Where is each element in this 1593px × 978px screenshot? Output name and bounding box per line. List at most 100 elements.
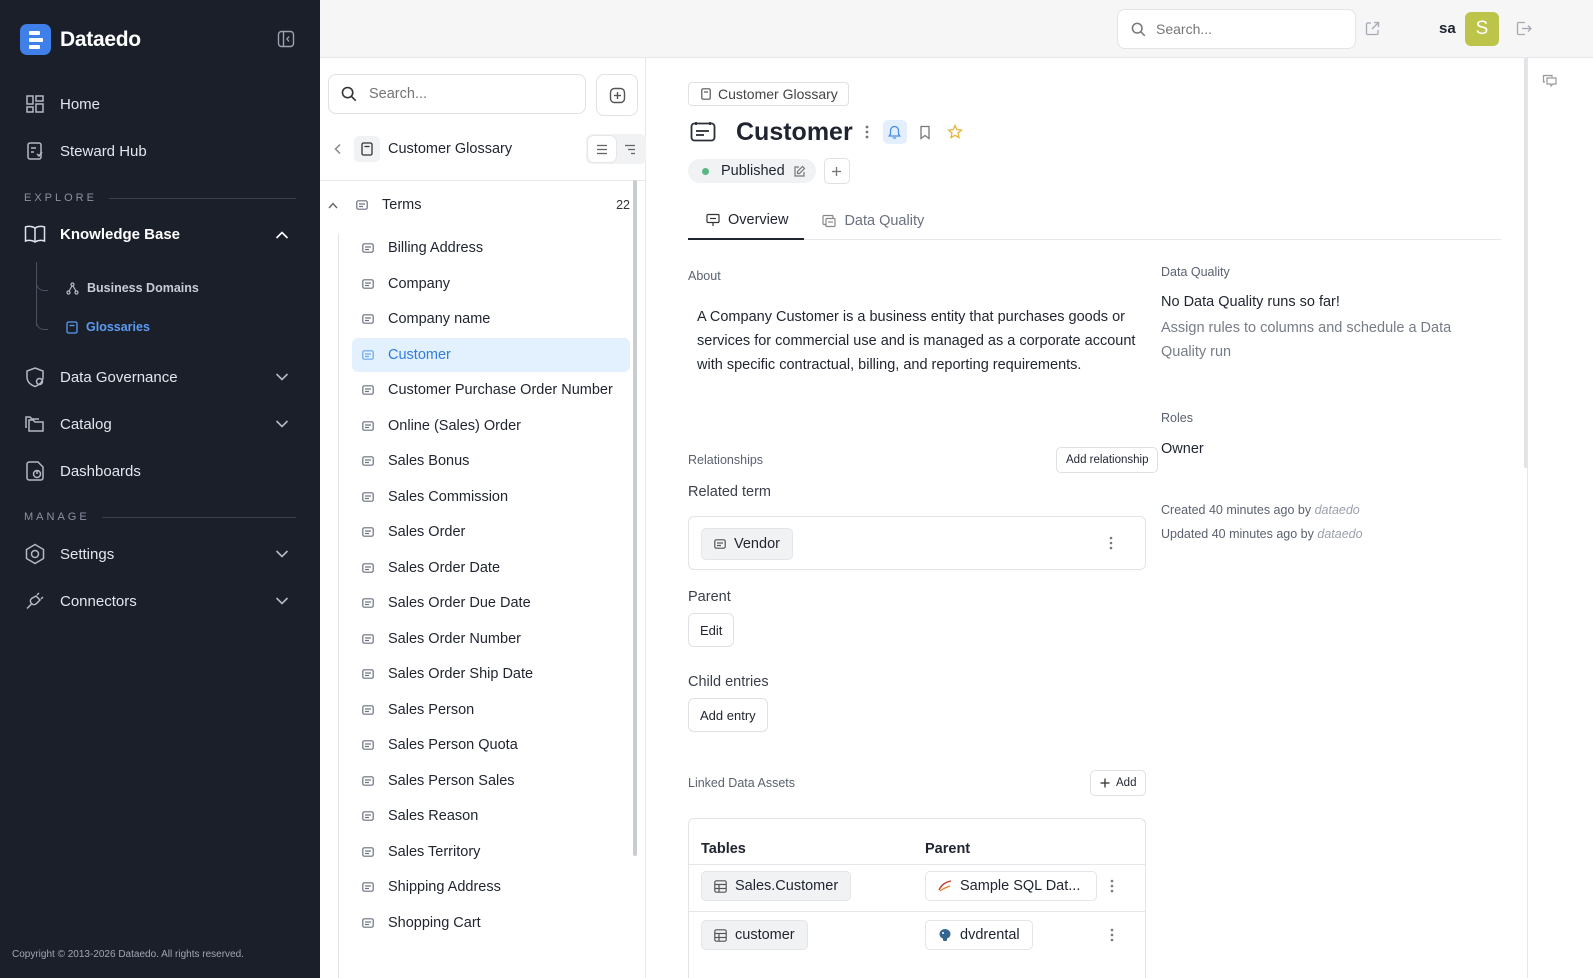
sidebar-item-steward-hub[interactable]: Steward Hub — [24, 140, 147, 162]
owner-role[interactable]: Owner — [1161, 441, 1204, 457]
tree-view-icon[interactable] — [616, 136, 644, 162]
tree-term-item[interactable]: Sales Order Ship Date — [352, 657, 630, 691]
tree-term-label: Sales Order Due Date — [388, 595, 531, 611]
tree-term-item[interactable]: Billing Address — [352, 231, 630, 265]
bell-icon[interactable] — [882, 120, 907, 144]
avatar[interactable]: S — [1465, 12, 1499, 46]
sidebar-item-label: Settings — [60, 545, 115, 563]
global-search-input[interactable] — [1156, 21, 1336, 37]
edit-parent-button[interactable]: Edit — [688, 613, 735, 647]
tab-data-quality[interactable]: Data Quality — [804, 202, 940, 240]
user-name[interactable]: sa — [1439, 20, 1456, 37]
sidebar-item-data-governance[interactable]: Data Governance — [24, 366, 178, 388]
add-entry-button[interactable]: Add entry — [688, 698, 768, 732]
data-quality-icon — [822, 214, 837, 228]
right-rail — [1527, 58, 1593, 978]
chevron-down-icon[interactable] — [275, 596, 289, 606]
parent-chip[interactable]: dvdrental — [925, 920, 1033, 950]
add-relationship-button[interactable]: Add relationship — [1056, 447, 1159, 473]
term-icon — [362, 562, 374, 573]
tree-term-item[interactable]: Customer Purchase Order Number — [352, 373, 630, 407]
tree-search-input[interactable] — [369, 86, 569, 102]
add-linked-asset-button[interactable]: Add — [1090, 770, 1147, 796]
edit-icon[interactable] — [793, 165, 806, 178]
title-row: Customer — [690, 114, 963, 150]
created-by-user[interactable]: dataedo — [1315, 503, 1360, 517]
table-chip[interactable]: customer — [701, 920, 808, 950]
tree-term-item[interactable]: Sales Person — [352, 693, 630, 727]
sidebar-item-business-domains[interactable]: Business Domains — [66, 281, 199, 295]
tree-term-item[interactable]: Shipping Address — [352, 870, 630, 904]
chevron-down-icon[interactable] — [275, 419, 289, 429]
sidebar-item-catalog[interactable]: Catalog — [24, 413, 112, 435]
terms-group[interactable]: Terms 22 — [328, 192, 630, 218]
sidebar-item-settings[interactable]: Settings — [24, 543, 114, 565]
logout-icon[interactable] — [1516, 21, 1532, 36]
add-tag-button[interactable] — [823, 158, 850, 184]
star-icon[interactable] — [946, 124, 963, 140]
sidebar-item-label: Catalog — [60, 415, 112, 433]
tab-overview[interactable]: Overview — [688, 202, 805, 240]
chevron-up-icon[interactable] — [275, 230, 289, 240]
term-icon — [362, 243, 374, 253]
chevron-up-icon[interactable] — [328, 201, 344, 209]
sidebar-item-knowledge-base[interactable]: Knowledge Base — [24, 223, 180, 245]
tree-term-item[interactable]: Sales Person Quota — [352, 728, 630, 762]
sidebar-item-glossaries[interactable]: Glossaries — [66, 320, 150, 334]
tree-search[interactable] — [328, 74, 586, 114]
more-vertical-icon[interactable] — [1110, 928, 1114, 942]
gear-icon — [24, 543, 46, 565]
updated-by-user[interactable]: dataedo — [1317, 527, 1362, 541]
tree-term-item[interactable]: Company name — [352, 302, 630, 336]
status-badge[interactable]: Published — [688, 159, 816, 183]
add-term-button[interactable] — [596, 74, 638, 116]
about-label: About — [688, 269, 721, 283]
term-icon — [362, 314, 374, 324]
share-icon[interactable] — [1365, 21, 1380, 36]
chevron-left-icon[interactable] — [328, 143, 348, 155]
parent-chip[interactable]: Sample SQL Dat... — [925, 871, 1097, 901]
column-header-parent[interactable]: Parent — [925, 841, 970, 857]
tree-term-item[interactable]: Customer — [352, 337, 630, 372]
more-vertical-icon[interactable] — [1110, 879, 1114, 893]
related-term-chip[interactable]: Vendor — [701, 528, 793, 560]
section-label-manage: MANAGE — [24, 511, 296, 523]
breadcrumb[interactable]: Customer Glossary — [688, 82, 849, 106]
report-icon — [24, 460, 46, 482]
tree-scrollbar[interactable] — [633, 180, 637, 856]
tree-term-item[interactable]: Sales Order Due Date — [352, 586, 630, 620]
glossary-title[interactable]: Customer Glossary — [388, 141, 512, 157]
tree-term-item[interactable]: Sales Bonus — [352, 444, 630, 478]
more-vertical-icon[interactable] — [1109, 536, 1113, 550]
column-header-tables[interactable]: Tables — [701, 841, 746, 857]
tree-term-item[interactable]: Sales Order Date — [352, 551, 630, 585]
sidebar-collapse-icon[interactable] — [277, 30, 295, 48]
more-vertical-icon[interactable] — [865, 125, 869, 139]
tree-term-item[interactable]: Sales Person Sales — [352, 764, 630, 798]
relationships-label: Relationships — [688, 453, 764, 467]
comments-icon[interactable] — [1542, 74, 1558, 89]
bookmark-icon[interactable] — [919, 125, 931, 140]
global-search[interactable] — [1117, 9, 1356, 49]
tree-term-item[interactable]: Sales Order — [352, 515, 630, 549]
list-view-icon[interactable] — [588, 136, 616, 162]
terms-count: 22 — [616, 198, 630, 212]
chevron-down-icon[interactable] — [275, 549, 289, 559]
tree-term-item[interactable]: Sales Territory — [352, 835, 630, 869]
chevron-down-icon[interactable] — [275, 372, 289, 382]
sidebar-item-dashboards[interactable]: Dashboards — [24, 460, 141, 482]
about-text[interactable]: A Company Customer is a business entity … — [697, 305, 1143, 377]
sidebar-item-connectors[interactable]: Connectors — [24, 590, 137, 612]
tree-term-item[interactable]: Shopping Cart — [352, 906, 630, 940]
tree-term-item[interactable]: Sales Order Number — [352, 622, 630, 656]
sidebar-item-home[interactable]: Home — [24, 93, 100, 115]
book-open-icon — [24, 223, 46, 245]
tree-term-item[interactable]: Company — [352, 267, 630, 301]
tree-term-item[interactable]: Sales Commission — [352, 480, 630, 514]
table-chip[interactable]: Sales.Customer — [701, 871, 852, 901]
tree-term-item[interactable]: Online (Sales) Order — [352, 409, 630, 443]
folders-icon — [24, 413, 46, 435]
tree-term-label: Online (Sales) Order — [388, 417, 521, 434]
logo[interactable]: Dataedo — [20, 24, 141, 55]
tree-term-item[interactable]: Sales Reason — [352, 799, 630, 833]
